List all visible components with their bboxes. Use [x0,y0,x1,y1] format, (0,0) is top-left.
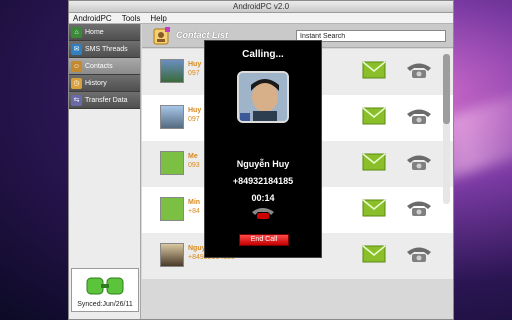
sms-mail-icon[interactable] [362,153,386,171]
home-icon: ⌂ [71,26,82,38]
avatar [160,105,184,129]
end-call-button[interactable]: End Call [239,234,289,246]
window-title: AndroidPC v2.0 [69,1,453,13]
sidebar-item-label: Home [85,28,104,36]
scrollbar-thumb[interactable] [443,54,450,124]
sidebar-item-history[interactable]: ◷ History [69,75,140,92]
sidebar-item-label: History [85,79,107,87]
sms-mail-icon[interactable] [362,199,386,217]
sidebar-item-home[interactable]: ⌂ Home [69,24,140,41]
call-phone-icon[interactable] [404,61,434,79]
sidebar-item-label: SMS Threads [85,45,128,53]
caller-name: Nguyễn Huy [236,159,290,169]
call-phone-icon[interactable] [404,153,434,171]
sync-text: Synced:Jun/26/11 [77,301,133,308]
call-phone-icon[interactable] [404,245,434,263]
menu-androidpc[interactable]: AndroidPC [73,13,112,23]
call-phone-icon[interactable] [404,107,434,125]
contact-phone: +84 [188,208,200,215]
contact-name: Huy [188,107,202,114]
page-title: Contact List [176,30,229,40]
avatar [160,151,184,175]
calling-dialog: Calling... Nguyễn Huy +84932184185 00:14… [204,40,322,258]
menu-bar: AndroidPC Tools Help [69,13,453,24]
contact-name: Huy [188,61,202,68]
contacts-icon: ☺ [71,60,82,72]
contact-phone: 093 [188,162,200,169]
avatar [160,243,184,267]
dialog-title: Calling... [242,49,284,60]
sync-android-icon [86,276,124,296]
sidebar-item-sms-threads[interactable]: ✉ SMS Threads [69,41,140,58]
sidebar: ⌂ Home ✉ SMS Threads ☺ Contacts ◷ Histor… [69,24,141,319]
avatar [160,197,184,221]
contact-phone: 097 [188,70,200,77]
caller-photo [237,71,289,123]
transfer-icon: ⇆ [71,94,82,106]
call-duration: 00:14 [251,193,275,203]
menu-tools[interactable]: Tools [122,13,141,23]
sms-mail-icon[interactable] [362,107,386,125]
sms-icon: ✉ [71,43,82,55]
contact-list-scrollbar[interactable] [443,54,450,204]
red-phone-icon [250,206,276,220]
sms-mail-icon[interactable] [362,61,386,79]
sync-status: Synced:Jun/26/11 [71,268,139,312]
avatar [160,59,184,83]
contact-phone: 097 [188,116,200,123]
history-icon: ◷ [71,77,82,89]
sidebar-item-label: Contacts [85,62,113,70]
sidebar-item-transfer-data[interactable]: ⇆ Transfer Data [69,92,140,109]
caller-number: +84932184185 [232,176,294,186]
sidebar-item-label: Transfer Data [85,96,128,104]
app-window: AndroidPC v2.0 AndroidPC Tools Help ⌂ Ho… [68,0,454,320]
sms-mail-icon[interactable] [362,245,386,263]
contact-list-logo-icon [152,26,172,46]
contact-name: Min [188,199,201,206]
sidebar-item-contacts[interactable]: ☺ Contacts [69,58,140,75]
call-phone-icon[interactable] [404,199,434,217]
contact-name: Me [188,153,198,160]
menu-help[interactable]: Help [150,13,166,23]
